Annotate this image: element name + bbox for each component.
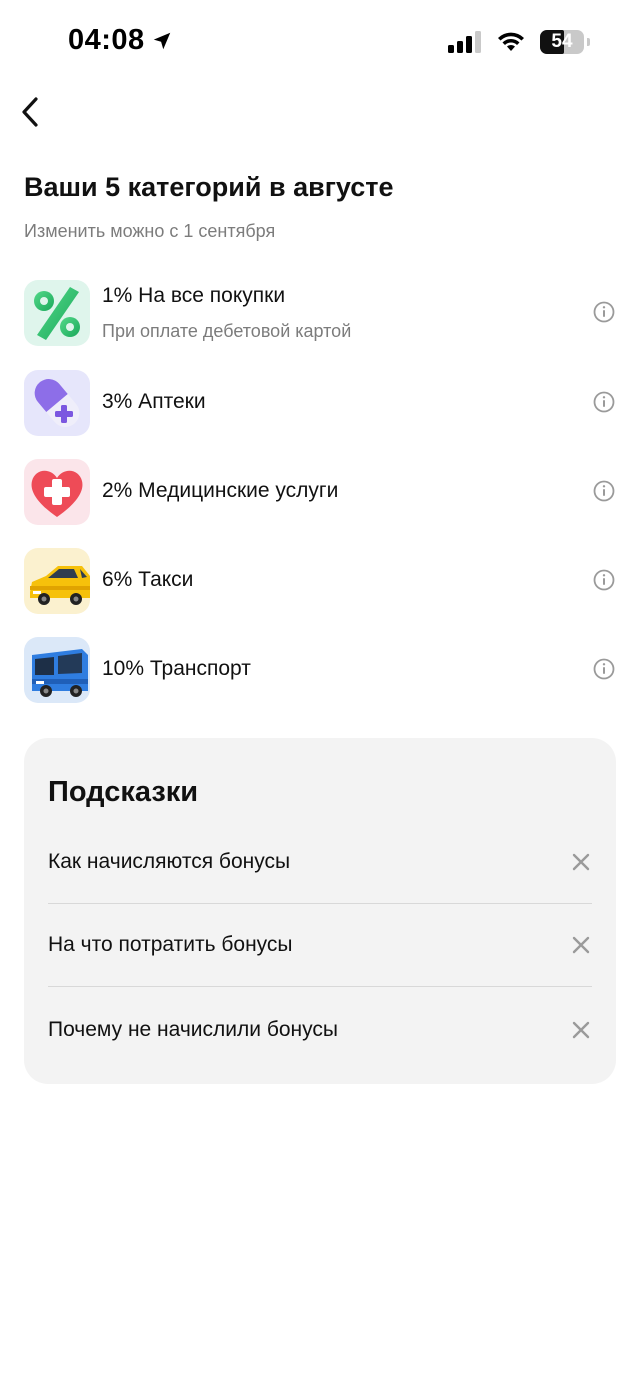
info-icon[interactable] — [592, 657, 616, 681]
category-item-taxi[interactable]: 6% Такси — [0, 546, 640, 635]
status-time: 04:08 — [68, 24, 173, 57]
category-item-pharmacies[interactable]: 3% Аптеки — [0, 368, 640, 457]
cellular-signal-icon — [448, 31, 481, 53]
close-icon[interactable] — [570, 1019, 592, 1041]
close-icon[interactable] — [570, 851, 592, 873]
bus-icon — [24, 637, 90, 703]
category-description: При оплате дебетовой картой — [102, 321, 352, 341]
category-title: 3% Аптеки — [102, 390, 206, 413]
info-icon[interactable] — [592, 479, 616, 503]
chevron-left-icon — [22, 97, 38, 127]
screen: 04:08 54 Ваши 5 категорий в августе Изме… — [0, 0, 640, 1388]
category-title: 6% Такси — [102, 568, 194, 591]
category-text: 2% Медицинские услуги — [102, 473, 560, 509]
back-button[interactable] — [14, 92, 54, 132]
close-icon[interactable] — [570, 934, 592, 956]
status-indicators: 54 — [448, 30, 590, 54]
category-item-all-purchases[interactable]: 1% На все покупки При оплате дебетовой к… — [0, 278, 640, 368]
status-bar: 04:08 54 — [0, 0, 640, 88]
hint-label: Почему не начислили бонусы — [48, 1017, 339, 1041]
medical-heart-icon — [24, 459, 90, 525]
battery-cap — [587, 38, 590, 46]
info-icon[interactable] — [592, 568, 616, 592]
hint-label: На что потратить бонусы — [48, 933, 293, 956]
category-text: 1% На все покупки При оплате дебетовой к… — [102, 278, 560, 348]
hint-item-why-no-bonuses[interactable]: Почему не начислили бонусы — [48, 988, 592, 1071]
info-icon[interactable] — [592, 300, 616, 324]
battery-level: 54 — [551, 31, 573, 52]
category-text: 10% Транспорт — [102, 651, 560, 687]
taxi-car-icon — [24, 548, 90, 614]
category-list: 1% На все покупки При оплате дебетовой к… — [0, 278, 640, 724]
pill-icon — [24, 370, 90, 436]
category-item-medical-services[interactable]: 2% Медицинские услуги — [0, 457, 640, 546]
category-title: 1% На все покупки — [102, 284, 286, 307]
wifi-icon — [498, 32, 524, 51]
category-text: 3% Аптеки — [102, 384, 560, 420]
hints-card: Подсказки Как начисляются бонусы На что … — [24, 738, 616, 1084]
hint-item-what-to-spend-bonuses[interactable]: На что потратить бонусы — [48, 904, 592, 987]
page-title: Ваши 5 категорий в августе — [24, 172, 394, 202]
battery-icon: 54 — [540, 30, 590, 54]
category-title: 2% Медицинские услуги — [102, 479, 339, 502]
hint-label: Как начисляются бонусы — [48, 850, 291, 873]
category-title: 10% Транспорт — [102, 657, 251, 680]
page-subtitle: Изменить можно с 1 сентября — [24, 221, 276, 241]
time-label: 04:08 — [68, 24, 145, 56]
hint-item-how-bonuses-accrue[interactable]: Как начисляются бонусы — [48, 821, 592, 904]
info-icon[interactable] — [592, 390, 616, 414]
category-text: 6% Такси — [102, 562, 560, 598]
location-arrow-icon — [153, 32, 170, 49]
hints-title: Подсказки — [48, 776, 199, 808]
category-item-transport[interactable]: 10% Транспорт — [0, 635, 640, 724]
percent-icon — [24, 280, 90, 346]
